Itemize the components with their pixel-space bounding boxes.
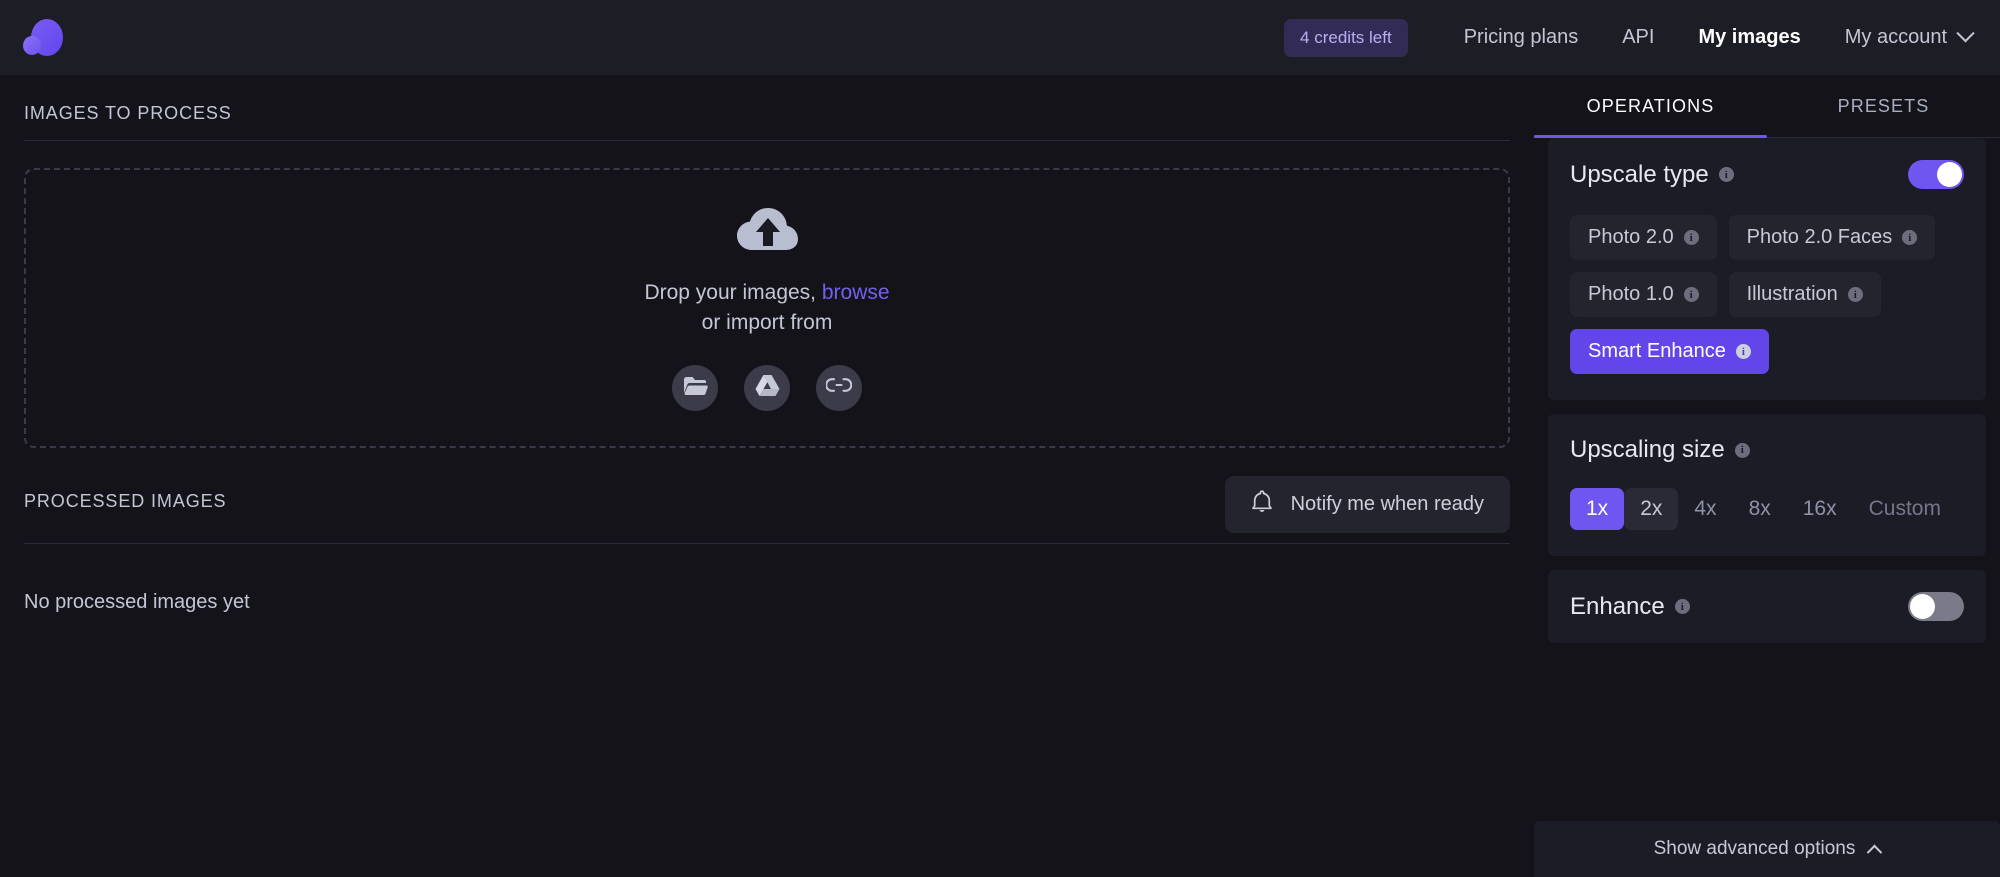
upscale-option-photo-2-0[interactable]: Photo 2.0 i [1570,215,1717,260]
upscale-option-photo-1-0[interactable]: Photo 1.0 i [1570,272,1717,317]
upscale-option-illustration[interactable]: Illustration i [1729,272,1881,317]
import-sources [672,365,862,411]
upscale-type-card: Upscale type i Photo 2.0 i Photo 2.0 Fac… [1548,138,1986,400]
chip-label: Photo 2.0 Faces [1747,226,1893,249]
upscaling-size-card: Upscaling size i 1x 2x 4x 8x 16x Custom [1548,414,1986,556]
info-icon[interactable]: i [1848,287,1863,302]
browse-link[interactable]: browse [822,281,890,304]
enhance-label: Enhance [1570,593,1665,621]
tab-presets[interactable]: PRESETS [1767,75,2000,138]
info-icon[interactable]: i [1902,230,1917,245]
page-body: IMAGES TO PROCESS Drop your images, brow… [0,75,2000,877]
size-option-2x[interactable]: 2x [1624,488,1678,530]
chevron-down-icon [1956,24,1974,42]
upscale-type-options: Photo 2.0 i Photo 2.0 Faces i Photo 1.0 … [1570,215,1964,374]
main-navigation: 4 credits left Pricing plans API My imag… [1284,19,1972,57]
nav-item-my-account[interactable]: My account [1823,26,1972,49]
size-option-16x[interactable]: 16x [1787,488,1853,530]
chevron-up-icon [1867,844,1883,860]
enhance-title: Enhance i [1570,593,1690,621]
cloud-upload-icon [735,206,799,259]
toggle-knob [1937,162,1962,187]
dropzone-primary-text: Drop your images, browse [644,281,889,305]
chip-label: Illustration [1747,283,1838,306]
nav-item-api[interactable]: API [1600,26,1676,49]
folder-icon [683,375,708,401]
chip-label: Photo 2.0 [1588,226,1674,249]
images-to-process-title: IMAGES TO PROCESS [24,103,232,124]
size-option-4x[interactable]: 4x [1678,488,1732,530]
google-drive-icon [755,374,780,402]
upscale-option-photo-2-0-faces[interactable]: Photo 2.0 Faces i [1729,215,1936,260]
no-processed-images-message: No processed images yet [22,544,1512,614]
processed-images-title: PROCESSED IMAGES [24,491,226,512]
info-icon[interactable]: i [1684,230,1699,245]
left-content-area: IMAGES TO PROCESS Drop your images, brow… [0,75,1534,877]
size-option-custom[interactable]: Custom [1853,488,1957,530]
import-from-google-drive-button[interactable] [744,365,790,411]
notify-button-label: Notify me when ready [1291,493,1484,516]
tab-operations[interactable]: OPERATIONS [1534,75,1767,138]
bell-icon [1251,489,1273,520]
size-option-8x[interactable]: 8x [1733,488,1787,530]
advanced-options-label: Show advanced options [1654,838,1856,860]
upscaling-size-label: Upscaling size [1570,436,1725,464]
upscale-type-title: Upscale type i [1570,161,1734,189]
panel-tabs: OPERATIONS PRESETS [1534,75,2000,138]
size-option-1x[interactable]: 1x [1570,488,1624,530]
panel-content: Upscale type i Photo 2.0 i Photo 2.0 Fac… [1534,138,2000,643]
chip-label: Photo 1.0 [1588,283,1674,306]
show-advanced-options-button[interactable]: Show advanced options [1534,821,2000,877]
upscale-option-smart-enhance[interactable]: Smart Enhance i [1570,329,1769,374]
import-from-url-button[interactable] [816,365,862,411]
enhance-toggle[interactable] [1908,592,1964,621]
enhance-header: Enhance i [1570,592,1964,621]
upscaling-size-header: Upscaling size i [1570,436,1964,464]
info-icon[interactable]: i [1736,344,1751,359]
info-icon[interactable]: i [1719,167,1734,182]
import-from-files-button[interactable] [672,365,718,411]
link-icon [826,377,852,398]
dropzone-secondary-text: or import from [702,311,833,335]
nav-item-my-account-label: My account [1845,26,1947,49]
info-icon[interactable]: i [1735,443,1750,458]
enhance-card: Enhance i [1548,570,1986,643]
upscale-type-label: Upscale type [1570,161,1709,189]
info-icon[interactable]: i [1675,599,1690,614]
app-logo[interactable] [22,16,66,60]
chip-label: Smart Enhance [1588,340,1726,363]
images-to-process-header: IMAGES TO PROCESS [24,75,1510,141]
processed-images-header: PROCESSED IMAGES Notify me when ready [24,448,1510,544]
upscale-type-toggle[interactable] [1908,160,1964,189]
upscale-type-header: Upscale type i [1570,160,1964,189]
dropzone-text-prefix: Drop your images, [644,281,821,304]
toggle-knob [1910,594,1935,619]
credits-badge[interactable]: 4 credits left [1284,19,1408,57]
upscaling-size-title: Upscaling size i [1570,436,1750,464]
nav-item-pricing-plans[interactable]: Pricing plans [1442,26,1601,49]
image-dropzone[interactable]: Drop your images, browse or import from [24,168,1510,448]
operations-panel: OPERATIONS PRESETS Upscale type i Pho [1534,75,2000,877]
info-icon[interactable]: i [1684,287,1699,302]
top-header-bar: 4 credits left Pricing plans API My imag… [0,0,2000,75]
logo-shape-small [23,36,41,55]
upscaling-size-options: 1x 2x 4x 8x 16x Custom [1570,488,1964,530]
notify-me-when-ready-button[interactable]: Notify me when ready [1225,476,1510,533]
nav-item-my-images[interactable]: My images [1676,26,1822,49]
